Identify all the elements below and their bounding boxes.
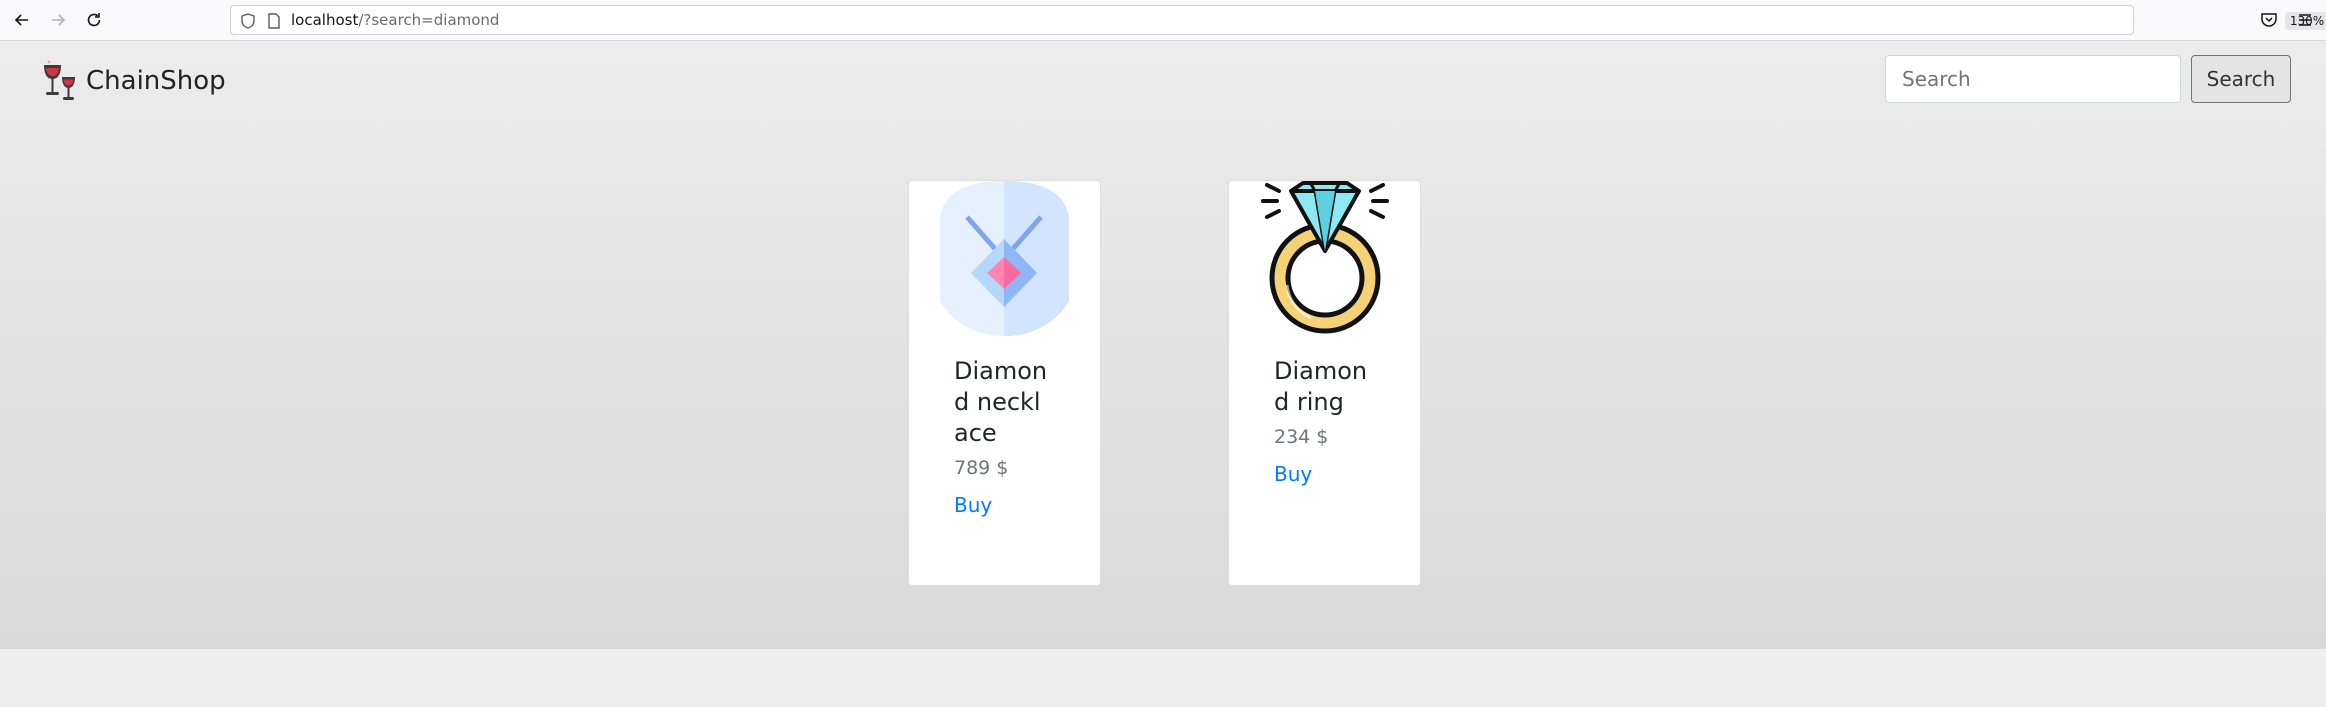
product-card: Diamond ring 234 $ Buy	[1228, 180, 1421, 586]
search-input[interactable]	[1885, 55, 2181, 103]
address-bar[interactable]: localhost/?search=diamond 130%	[230, 5, 2326, 35]
url-host: localhost	[291, 11, 359, 29]
page-content: ChainShop Search Diamond necklace 789 $ …	[0, 41, 2326, 649]
search-button[interactable]: Search	[2191, 55, 2291, 103]
diamond-necklace-icon	[940, 181, 1069, 336]
brand-link[interactable]: ChainShop	[40, 59, 226, 103]
product-card: Diamond necklace 789 $ Buy	[908, 180, 1101, 586]
back-arrow-icon	[14, 14, 28, 26]
buy-link[interactable]: Buy	[954, 493, 992, 517]
product-price: 789 $	[954, 457, 1009, 479]
diamond-ring-icon	[1261, 181, 1389, 334]
product-title: Diamond necklace	[954, 357, 1048, 447]
url-text[interactable]: localhost/?search=diamond	[291, 6, 499, 34]
back-button[interactable]	[6, 6, 38, 34]
forward-arrow-icon	[52, 14, 66, 26]
forward-button[interactable]	[42, 6, 74, 34]
buy-link[interactable]: Buy	[1274, 462, 1312, 486]
menu-icon[interactable]	[2295, 10, 2315, 30]
page-footer-area	[0, 649, 2326, 707]
reload-icon	[87, 13, 101, 27]
product-price: 234 $	[1274, 426, 1329, 448]
url-path: /?search=diamond	[358, 11, 500, 29]
page-icon	[268, 13, 280, 29]
shield-icon[interactable]	[239, 12, 257, 30]
reload-button[interactable]	[78, 6, 110, 34]
browser-toolbar: localhost/?search=diamond 130%	[0, 0, 2326, 41]
card-body: Diamond necklace 789 $ Buy	[954, 356, 1054, 517]
wine-glasses-logo-icon	[44, 60, 75, 100]
pocket-icon[interactable]	[2259, 10, 2279, 30]
brand-name: ChainShop	[86, 66, 226, 96]
product-title: Diamond ring	[1274, 357, 1368, 416]
card-body: Diamond ring 234 $ Buy	[1274, 356, 1374, 486]
